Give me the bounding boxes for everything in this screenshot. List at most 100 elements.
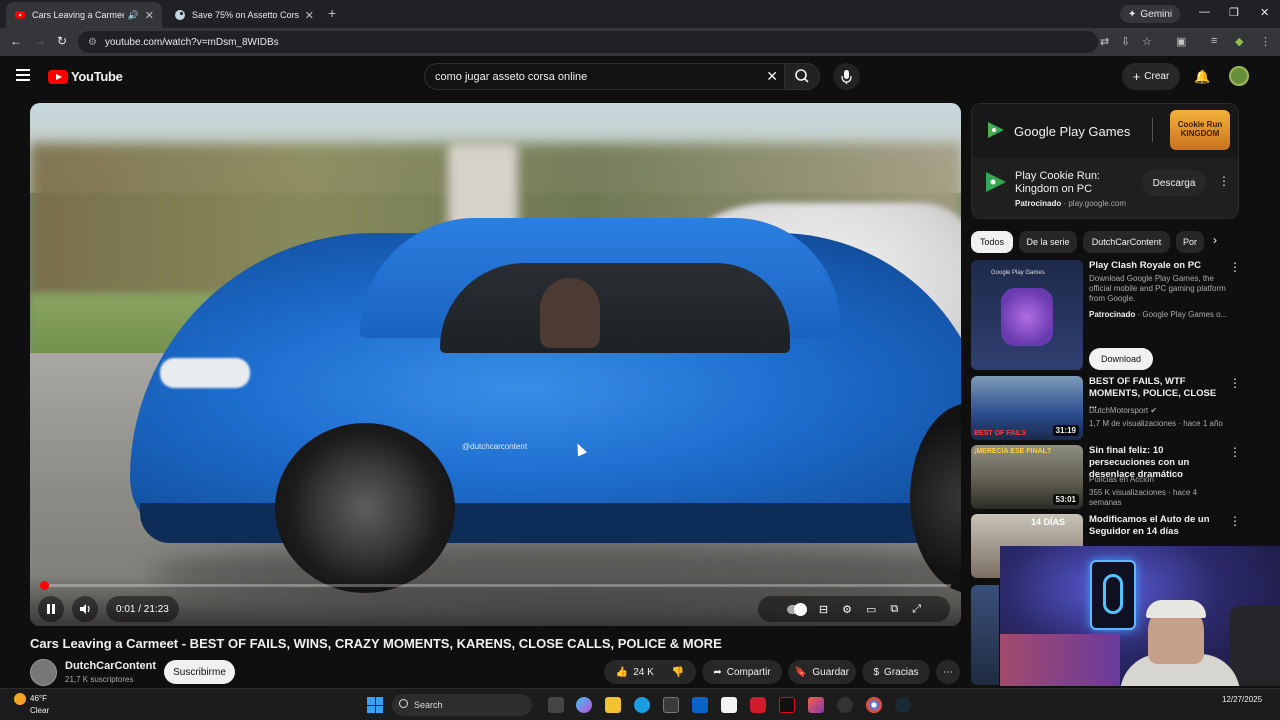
subscribe-button[interactable]: Suscribirme [164, 660, 235, 684]
clear-search-icon[interactable]: ✕ [766, 68, 778, 85]
fullscreen-icon[interactable]: ⤢ [912, 603, 921, 616]
like-button[interactable]: 👍 24 K [616, 667, 654, 678]
ad-more-icon[interactable]: ⋮ [1218, 174, 1230, 188]
site-info-icon[interactable]: ⚙ [88, 37, 97, 48]
task-view-icon[interactable] [548, 697, 564, 713]
close-tab-icon[interactable]: ✕ [305, 9, 314, 22]
subtitles-icon[interactable]: ⊟ [819, 603, 828, 616]
reload-icon[interactable]: ↻ [57, 34, 67, 48]
ad-download-button[interactable]: Download [1089, 348, 1153, 370]
settings-gear-icon[interactable]: ⚙ [842, 603, 852, 616]
taskbar-search[interactable]: Search [392, 694, 532, 716]
ad-title[interactable]: Play Cookie Run: Kingdom on PC [1015, 170, 1135, 196]
account-avatar[interactable] [1229, 66, 1249, 86]
chip-por[interactable]: Por [1176, 231, 1204, 253]
ad-banner[interactable]: Google Play Games Cookie Run KINGDOM [972, 104, 1238, 158]
more-options-icon[interactable]: ⋮ [1229, 260, 1241, 274]
recommendation-item[interactable]: ¡MERECÍA ESE FINAL? 53:01 Sin final feli… [971, 445, 1241, 509]
recommendation-title[interactable]: Play Clash Royale on PC [1089, 260, 1224, 272]
file-explorer-icon[interactable] [605, 697, 621, 713]
youtube-logo[interactable]: YouTube [48, 69, 123, 84]
webcam-overlay [1000, 546, 1280, 686]
copilot-icon[interactable] [576, 697, 592, 713]
maximize-icon[interactable]: ❐ [1229, 6, 1239, 19]
forward-icon[interactable]: → [34, 34, 46, 48]
bookmark-star-icon[interactable]: ☆ [1142, 35, 1152, 48]
install-icon[interactable]: ⇩ [1121, 35, 1130, 48]
more-options-icon[interactable]: ⋮ [1229, 445, 1241, 459]
instagram-icon[interactable] [808, 697, 824, 713]
store-icon[interactable] [663, 697, 679, 713]
back-icon[interactable]: ← [10, 34, 22, 48]
youtube-app-icon[interactable] [750, 697, 766, 713]
recommendation-item[interactable]: BEST OF FAILS 31:19 BEST OF FAILS, WTF M… [971, 376, 1241, 440]
video-thumbnail[interactable] [971, 585, 999, 685]
volume-button[interactable] [72, 596, 98, 622]
video-thumbnail[interactable]: ¡MERECÍA ESE FINAL? 53:01 [971, 445, 1083, 509]
thumbs-down-icon[interactable]: 👎 [672, 667, 684, 678]
theater-mode-icon[interactable]: ▭ [866, 603, 876, 616]
video-player[interactable]: @dutchcarcontent 0:01 / 21:23 ⊟ ⚙ ▭ ⧉ ⤢ [30, 103, 961, 626]
google-play-games-icon [986, 172, 1006, 192]
recommendation-sponsor: Patrocinado · Google Play Games o... [1089, 310, 1228, 319]
thanks-button[interactable]: $ Gracias [862, 660, 930, 684]
app-icon[interactable] [837, 697, 853, 713]
edge-icon[interactable] [634, 697, 650, 713]
translate-icon[interactable]: ⇄ [1100, 35, 1109, 48]
steam-favicon-icon [175, 10, 185, 20]
sponsored-ad-card[interactable]: Google Play Games Cookie Run KINGDOM Pla… [971, 103, 1239, 219]
extension-icon[interactable]: ◆ [1235, 35, 1243, 48]
video-watermark: @dutchcarcontent [462, 442, 528, 451]
share-button[interactable]: ➦ Compartir [702, 660, 782, 684]
ad-download-button[interactable]: Descarga [1142, 170, 1206, 196]
chevron-right-icon[interactable]: › [1213, 233, 1217, 247]
clash-royale-art [1001, 288, 1053, 346]
tab-youtube[interactable]: Cars Leaving a Carmeet - BEST 🔊 ✕ [6, 2, 162, 28]
app-icon[interactable] [721, 697, 737, 713]
search-button[interactable] [784, 63, 820, 90]
windows-start-icon[interactable] [367, 697, 383, 713]
save-button[interactable]: 🔖 Guardar [788, 660, 856, 684]
search-input[interactable]: como jugar asseto corsa online ✕ [424, 63, 784, 90]
progress-scrubber[interactable] [40, 581, 49, 590]
taskbar-search-label: Search [414, 700, 443, 710]
media-icon[interactable]: ≡ [1211, 35, 1217, 47]
close-window-icon[interactable]: ✕ [1260, 6, 1269, 19]
outlook-icon[interactable] [692, 697, 708, 713]
video-thumbnail[interactable]: Google Play Games [971, 260, 1083, 370]
channel-avatar[interactable] [30, 659, 57, 686]
autoplay-toggle[interactable] [786, 602, 807, 616]
more-actions-button[interactable]: ⋯ [936, 660, 960, 684]
notifications-bell-icon[interactable]: 🔔 [1194, 69, 1210, 85]
chip-de-la-serie[interactable]: De la serie [1019, 231, 1077, 253]
chrome-icon[interactable] [866, 697, 882, 713]
more-options-icon[interactable]: ⋮ [1229, 514, 1241, 528]
sidepanel-icon[interactable]: ▣ [1176, 35, 1186, 48]
video-thumbnail[interactable]: BEST OF FAILS 31:19 [971, 376, 1083, 440]
steam-icon[interactable] [895, 697, 911, 713]
more-options-icon[interactable]: ⋮ [1229, 376, 1241, 390]
system-clock[interactable]: 12/27/2025 [1222, 695, 1262, 705]
weather-widget[interactable]: 46°F Clear [14, 693, 49, 716]
chip-todos[interactable]: Todos [971, 231, 1013, 253]
recommendation-title[interactable]: Modificamos el Auto de un Seguidor en 14… [1089, 514, 1224, 538]
speaker-icon[interactable]: 🔊 [128, 10, 139, 21]
tab-steam[interactable]: Save 75% on Assetto Corsa on ✕ [166, 2, 322, 28]
hamburger-menu-icon[interactable] [16, 69, 30, 84]
gemini-button[interactable]: ✦ Gemini [1120, 5, 1181, 23]
close-tab-icon[interactable]: ✕ [145, 9, 154, 22]
chip-dutchcarcontent[interactable]: DutchCarContent [1083, 231, 1170, 253]
url-field[interactable]: ⚙ youtube.com/watch?v=mDsm_8WIDBs [78, 31, 1098, 53]
recommendation-item[interactable]: Google Play Games Play Clash Royale on P… [971, 260, 1241, 372]
voice-search-button[interactable] [833, 63, 860, 90]
minimize-icon[interactable]: — [1199, 6, 1210, 18]
netflix-icon[interactable] [779, 697, 795, 713]
progress-bar[interactable] [40, 581, 951, 590]
gemini-icon: ✦ [1128, 8, 1137, 20]
channel-name[interactable]: DutchCarContent [65, 660, 156, 672]
cast-icon[interactable]: ⧉ [890, 603, 898, 616]
new-tab-icon[interactable]: + [328, 5, 336, 21]
create-button[interactable]: + Crear [1122, 63, 1180, 90]
menu-icon[interactable]: ⋮ [1260, 35, 1271, 48]
pause-button[interactable] [38, 596, 64, 622]
